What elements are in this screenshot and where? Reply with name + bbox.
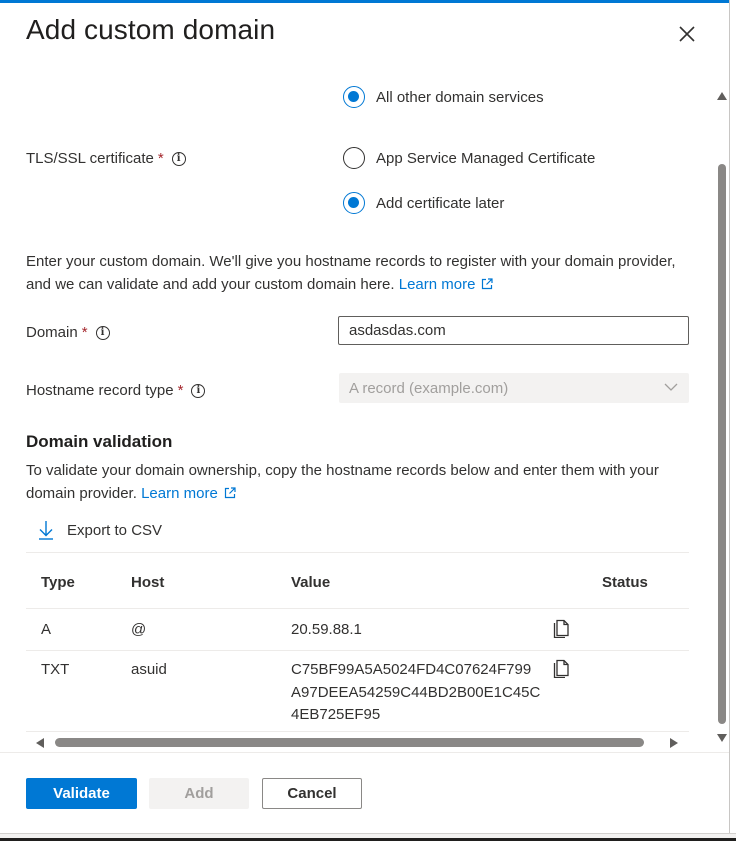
close-button[interactable] xyxy=(672,20,702,48)
export-label: Export to CSV xyxy=(67,521,163,539)
hostname-record-type-label: Hostname record type * i xyxy=(26,382,206,399)
cancel-button[interactable]: Cancel xyxy=(262,778,362,809)
dropdown-selected-value: A record (example.com) xyxy=(349,379,509,397)
cell-host: asuid xyxy=(131,661,167,678)
external-link-icon xyxy=(482,277,494,289)
domain-input[interactable] xyxy=(338,316,689,345)
scroll-up-arrow[interactable] xyxy=(717,92,727,100)
field-label-text: TLS/SSL certificate xyxy=(26,150,154,167)
table-divider xyxy=(26,552,689,553)
vertical-scrollbar[interactable] xyxy=(714,88,730,748)
scroll-left-arrow[interactable] xyxy=(36,738,44,748)
cell-host: @ xyxy=(131,621,147,638)
domain-validation-heading: Domain validation xyxy=(26,432,173,451)
field-label-text: Domain xyxy=(26,324,78,341)
cell-value-line: C75BF99A5A5024FD4C07624F799 xyxy=(291,661,532,678)
top-accent-bar xyxy=(0,0,729,3)
download-icon xyxy=(39,521,53,540)
horizontal-scrollbar[interactable] xyxy=(28,735,688,751)
column-header-host: Host xyxy=(131,574,165,591)
column-header-status: Status xyxy=(602,574,648,591)
radio-all-other-domain-services[interactable]: All other domain services xyxy=(343,86,544,108)
radio-button[interactable] xyxy=(343,86,365,108)
add-button: Add xyxy=(149,778,249,809)
required-mark: * xyxy=(177,382,184,399)
column-header-type: Type xyxy=(41,574,75,591)
hostname-records-table: Type Host Value Status A @ 20.59.88.1 TX… xyxy=(26,552,689,732)
external-link-icon xyxy=(224,486,236,498)
info-icon[interactable]: i xyxy=(171,151,186,166)
link-text: Learn more xyxy=(398,275,476,293)
link-text: Learn more xyxy=(141,484,218,502)
domain-validation-description: To validate your domain ownership, copy … xyxy=(26,460,696,505)
tls-ssl-certificate-label: TLS/SSL certificate * i xyxy=(26,150,186,167)
footer-divider xyxy=(0,752,729,753)
scroll-down-arrow[interactable] xyxy=(717,734,727,742)
radio-label: App Service Managed Certificate xyxy=(376,149,596,167)
hostname-record-type-dropdown: A record (example.com) xyxy=(339,373,689,403)
required-mark: * xyxy=(157,150,164,167)
learn-more-link[interactable]: Learn more xyxy=(399,276,494,293)
vertical-scroll-thumb[interactable] xyxy=(718,164,726,724)
validate-button[interactable]: Validate xyxy=(26,778,137,809)
radio-app-service-managed-certificate[interactable]: App Service Managed Certificate xyxy=(343,147,595,169)
info-icon[interactable]: i xyxy=(95,325,110,340)
cell-value: 20.59.88.1 xyxy=(291,621,362,638)
table-divider xyxy=(26,608,689,609)
scroll-right-arrow[interactable] xyxy=(670,738,678,748)
radio-button[interactable] xyxy=(343,192,365,214)
field-label-text: Hostname record type xyxy=(26,382,174,399)
copy-icon[interactable] xyxy=(552,618,572,638)
cell-type: A xyxy=(41,621,52,638)
domain-label: Domain * i xyxy=(26,324,110,341)
table-divider xyxy=(26,731,689,732)
radio-add-certificate-later[interactable]: Add certificate later xyxy=(343,192,504,214)
radio-label: All other domain services xyxy=(376,88,544,106)
custom-domain-description: Enter your custom domain. We'll give you… xyxy=(26,251,696,296)
export-to-csv-button[interactable]: Export to CSV xyxy=(38,520,162,540)
horizontal-scroll-thumb[interactable] xyxy=(55,738,644,747)
cell-type: TXT xyxy=(41,661,70,678)
learn-more-link[interactable]: Learn more xyxy=(141,485,236,502)
chevron-down-icon xyxy=(664,383,678,391)
info-icon[interactable]: i xyxy=(191,383,206,398)
cell-value-line: A97DEEA54259C44BD2B00E1C45C xyxy=(291,684,541,701)
column-header-value: Value xyxy=(291,574,331,591)
radio-button[interactable] xyxy=(343,147,365,169)
description-text: Enter your custom domain. We'll give you… xyxy=(26,253,676,293)
table-divider xyxy=(26,650,689,651)
dialog-title: Add custom domain xyxy=(26,14,276,45)
description-text: To validate your domain ownership, copy … xyxy=(26,462,659,502)
copy-icon[interactable] xyxy=(552,658,572,678)
cell-value-line: 4EB725EF95 xyxy=(291,706,381,723)
close-icon xyxy=(679,26,695,42)
radio-label: Add certificate later xyxy=(376,194,505,212)
required-mark: * xyxy=(81,324,88,341)
